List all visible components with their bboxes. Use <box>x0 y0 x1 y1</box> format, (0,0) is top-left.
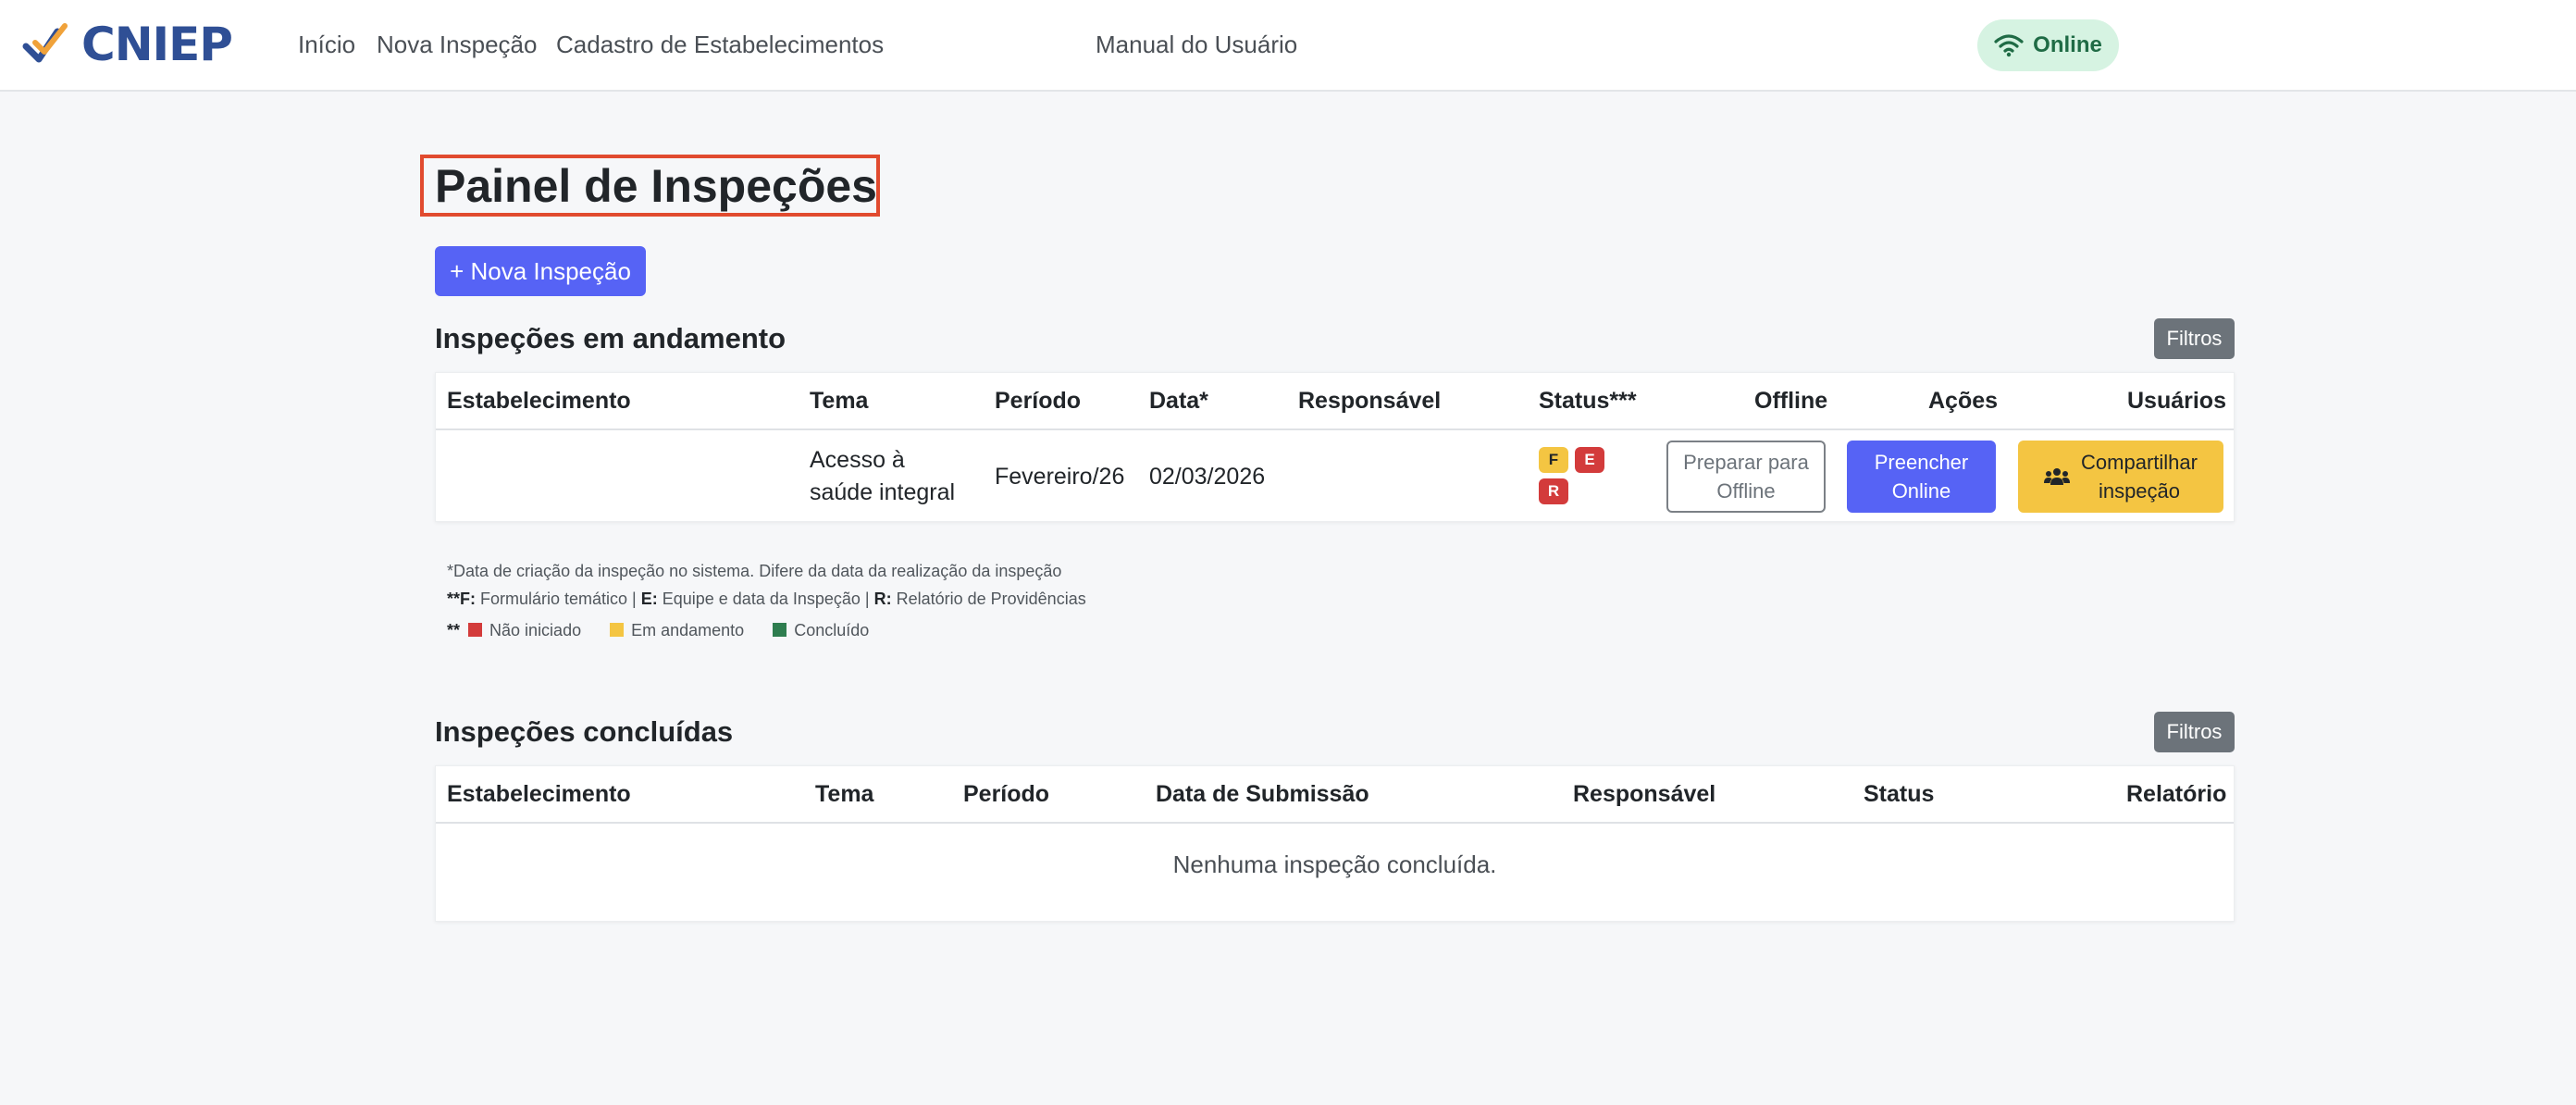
share-label-1: Compartilhar <box>2081 451 2198 474</box>
nav-cadastro-estabelecimentos[interactable]: Cadastro de Estabelecimentos <box>556 28 884 61</box>
fill-online-label-2: Online <box>1891 479 1951 503</box>
legend-nao-iniciado: Não iniciado <box>489 621 582 639</box>
col-acoes: Ações <box>1928 388 1999 414</box>
legend-yellow-swatch <box>610 623 625 637</box>
col-responsavel: Responsável <box>1573 781 1716 807</box>
prepare-offline-button[interactable]: Preparar para Offline <box>1666 441 1826 513</box>
status-badge-r: R <box>1539 478 1568 504</box>
table-row: Acesso à saúde integral Fevereiro/26 02/… <box>436 430 2234 523</box>
row-tema-line2: saúde integral <box>810 479 956 505</box>
row-data: 02/03/2026 <box>1149 464 1266 490</box>
row-tema-line1: Acesso à <box>810 447 905 473</box>
fill-online-button[interactable]: Preencher Online <box>1847 441 1996 513</box>
online-status-badge: Online <box>1977 19 2119 71</box>
note-legend-prefix: ** <box>447 621 461 639</box>
note-f-key: **F: <box>447 590 476 608</box>
share-inspection-button[interactable]: Compartilhar inspeção <box>2018 441 2223 513</box>
col-estabelecimento: Estabelecimento <box>447 781 631 807</box>
col-periodo: Período <box>963 781 1050 807</box>
new-inspection-button[interactable]: + Nova Inspeção <box>435 246 646 296</box>
status-badge-f: F <box>1539 447 1568 473</box>
col-tema: Tema <box>810 388 869 414</box>
page-title: Painel de Inspeções <box>435 160 877 212</box>
top-navbar: CNIEP Início Nova Inspeção Cadastro de E… <box>0 0 2576 92</box>
note-e-key: E: <box>640 590 658 608</box>
note-data-criacao: *Data de criação da inspeção no sistema.… <box>447 562 1062 580</box>
legend-green-swatch <box>773 623 787 637</box>
legend-em-andamento: Em andamento <box>631 621 745 639</box>
note-r-text: Relatório de Providências <box>891 590 1086 608</box>
online-status-text: Online <box>2033 32 2102 57</box>
col-tema: Tema <box>815 781 874 807</box>
nav-manual-usuario[interactable]: Manual do Usuário <box>1096 28 1297 61</box>
legend-red-swatch <box>468 623 483 637</box>
col-offline: Offline <box>1754 388 1828 414</box>
header-divider <box>436 822 2234 824</box>
col-relatorio: Relatório <box>2126 781 2227 807</box>
completed-filters-button[interactable]: Filtros <box>2154 712 2235 752</box>
row-periodo: Fevereiro/26 <box>995 464 1125 490</box>
col-data: Data* <box>1149 388 1208 414</box>
col-status: Status <box>1864 781 1935 807</box>
col-responsavel: Responsável <box>1298 388 1442 414</box>
note-e-text: Equipe e data da Inspeção | <box>657 590 874 608</box>
in-progress-filters-button[interactable]: Filtros <box>2154 318 2235 359</box>
col-usuarios: Usuários <box>2127 388 2226 414</box>
nav-nova-inspecao[interactable]: Nova Inspeção <box>377 28 537 61</box>
prepare-offline-label-1: Preparar para <box>1683 451 1809 474</box>
in-progress-section-title: Inspeções em andamento <box>435 322 786 354</box>
col-estabelecimento: Estabelecimento <box>447 388 631 414</box>
fill-online-label-1: Preencher <box>1874 451 1969 474</box>
cniep-logo[interactable]: CNIEP <box>22 18 233 71</box>
in-progress-table: Estabelecimento Tema Período Data* Respo… <box>435 372 2235 522</box>
nav-inicio[interactable]: Início <box>298 28 355 61</box>
completed-table: Estabelecimento Tema Período Data de Sub… <box>435 765 2235 922</box>
col-periodo: Período <box>995 388 1082 414</box>
empty-table-message: Nenhuma inspeção concluída. <box>1172 850 1497 878</box>
share-label-2: inspeção <box>2098 479 2181 503</box>
note-f-text: Formulário temático | <box>476 590 641 608</box>
note-color-legend: ** Não iniciado Em andamento Concluído <box>447 619 869 641</box>
note-status-legend-keys: **F: Formulário temático | E: Equipe e d… <box>447 588 1086 610</box>
status-badge-e: E <box>1575 447 1604 473</box>
logo-text: CNIEP <box>81 18 233 71</box>
note-r-key: R: <box>873 590 892 608</box>
col-data-submissao: Data de Submissão <box>1156 781 1369 807</box>
legend-concluido: Concluído <box>794 621 870 639</box>
completed-section-title: Inspeções concluídas <box>435 715 734 748</box>
checkmark-logo-icon <box>22 23 68 63</box>
prepare-offline-label-2: Offline <box>1716 479 1776 503</box>
users-icon <box>2044 468 2071 485</box>
wifi-icon <box>1994 34 2024 57</box>
col-status: Status*** <box>1539 388 1637 414</box>
